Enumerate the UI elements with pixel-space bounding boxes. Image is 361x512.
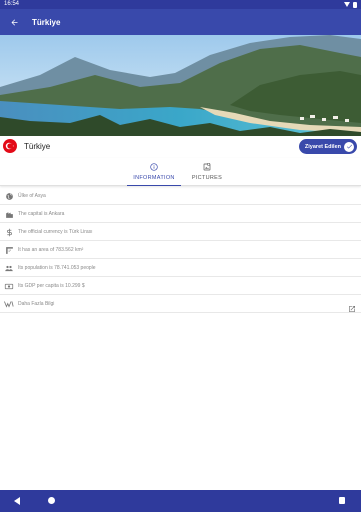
turkey-flag-icon: [3, 139, 17, 153]
wikipedia-icon: [4, 299, 14, 309]
info-text-currency: The official currency is Türk Lirası: [18, 228, 93, 235]
info-text-capital: The capital is Ankara: [18, 210, 65, 217]
info-row-area: It has an area of 783.562 km²: [0, 241, 361, 259]
area-icon: [4, 245, 14, 255]
visited-button[interactable]: Ziyaret Edilen: [298, 139, 357, 154]
capital-building-icon: [4, 209, 14, 219]
app-bar: Türkiye: [0, 9, 361, 35]
tab-bar: INFORMATION PICTURES: [0, 158, 361, 186]
arrow-back-icon: [11, 19, 17, 25]
country-name: Türkiye: [24, 142, 51, 151]
tab-pictures[interactable]: PICTURES: [181, 158, 233, 186]
status-time: 16:54: [4, 1, 20, 7]
info-text-population: Its population is 78.741.053 people: [18, 264, 96, 271]
pictures-icon: [203, 163, 211, 171]
nav-home-icon[interactable]: [48, 497, 55, 504]
dollar-icon: [4, 227, 14, 237]
info-row-gdp: Its GDP per capita is 10.299 $: [0, 277, 361, 295]
nav-back-icon[interactable]: [14, 497, 20, 505]
info-text-gdp: Its GDP per capita is 10.299 $: [18, 282, 85, 289]
nav-recents-icon[interactable]: [339, 497, 345, 504]
more-info-link-text: Daha Fazla Bilgi: [18, 300, 55, 307]
tab-pictures-label: PICTURES: [191, 175, 223, 181]
people-icon: [4, 263, 14, 273]
info-row-continent: Ülke of Asya: [0, 187, 361, 205]
tab-information-label: INFORMATION: [133, 174, 175, 181]
wifi-icon: [344, 2, 350, 7]
info-icon: [150, 162, 158, 171]
globe-icon: [4, 191, 14, 201]
tab-information[interactable]: INFORMATION: [127, 158, 181, 186]
info-row-capital: The capital is Ankara: [0, 205, 361, 223]
hero-landscape-image: [0, 35, 361, 136]
system-navigation-bar: [0, 490, 361, 512]
info-text-area: It has an area of 783.562 km²: [18, 246, 84, 253]
open-external-icon[interactable]: [348, 300, 356, 312]
country-header: Türkiye Ziyaret Edilen: [0, 136, 361, 158]
info-row-currency: The official currency is Türk Lirası: [0, 223, 361, 241]
visited-button-label: Ziyaret Edilen: [304, 143, 341, 150]
info-text-continent: Ülke of Asya: [18, 192, 46, 199]
back-button[interactable]: [0, 9, 28, 35]
info-list: Ülke of Asya The capital is Ankara The o…: [0, 187, 361, 313]
money-icon: [4, 281, 14, 291]
info-row-population: Its population is 78.741.053 people: [0, 259, 361, 277]
more-info-link[interactable]: Daha Fazla Bilgi: [0, 295, 361, 313]
app-title: Türkiye: [32, 17, 61, 27]
check-icon: [344, 141, 354, 152]
status-icons: [344, 0, 357, 9]
battery-icon: [353, 1, 357, 8]
status-bar: 16:54: [0, 0, 361, 9]
